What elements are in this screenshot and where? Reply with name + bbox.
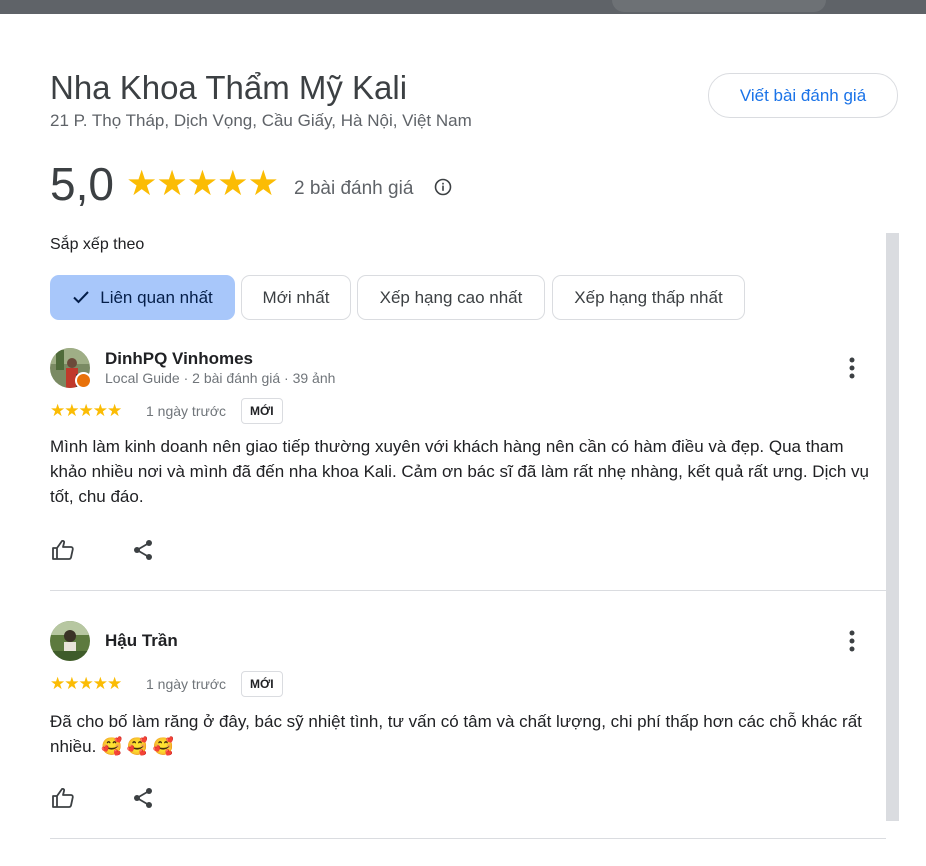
sort-chip-relevant[interactable]: Liên quan nhất [50,275,235,320]
rating-stars: ★★★★★ [126,164,279,204]
new-badge: MỚI [241,671,283,697]
share-icon[interactable] [131,538,155,562]
more-vert-icon[interactable] [845,629,859,653]
review-divider [50,590,886,591]
star-icon: ★ [92,674,108,693]
star-icon: ★ [64,674,79,693]
sort-chip-newest[interactable]: Mới nhất [241,275,351,320]
thumb-up-icon[interactable] [51,538,75,562]
sort-label: Sắp xếp theo [50,236,145,253]
review-stars: ★★★★★ [50,674,122,694]
star-icon: ★ [186,164,218,203]
sort-chip-lowest[interactable]: Xếp hạng thấp nhất [552,275,745,320]
star-icon: ★ [92,401,108,420]
star-icon: ★ [50,401,65,420]
write-review-button[interactable]: Viết bài đánh giá [708,73,898,118]
scrollbar[interactable] [886,233,899,821]
sort-chip-label: Liên quan nhất [100,288,213,307]
star-icon: ★ [78,674,94,693]
review-count: 2 bài đánh giá [294,178,414,199]
sort-chip-label: Xếp hạng cao nhất [379,288,523,307]
check-icon [73,290,89,303]
rating-value: 5,0 [50,158,114,210]
sort-chip-label: Mới nhất [262,288,330,307]
place-title: Nha Khoa Thẩm Mỹ Kali [50,69,408,106]
place-address: 21 P. Thọ Tháp, Dịch Vọng, Cầu Giấy, Hà … [50,111,472,130]
review-time: 1 ngày trước [146,403,227,419]
review-text: Mình làm kinh doanh nên giao tiếp thường… [50,437,869,506]
thumb-up-icon[interactable] [51,786,75,810]
star-icon: ★ [107,401,122,420]
reviewer-name[interactable]: Hậu Trần [105,631,178,651]
star-icon: ★ [156,164,187,203]
star-icon: ★ [126,164,157,203]
share-icon[interactable] [131,786,155,810]
avatar[interactable] [50,621,90,661]
top-bar [0,0,926,14]
local-guide-badge-icon [75,372,92,389]
reviewer-name[interactable]: DinhPQ Vinhomes [105,349,253,369]
top-bar-handle [612,0,826,12]
reviewer-meta: Local Guide · 2 bài đánh giá · 39 ảnh [105,370,336,386]
sort-chip-highest[interactable]: Xếp hạng cao nhất [357,275,545,320]
star-icon: ★ [247,164,279,203]
star-icon: ★ [107,674,122,693]
star-icon: ★ [64,401,79,420]
new-badge: MỚI [241,398,283,424]
review-text: Đã cho bố làm răng ở đây, bác sỹ nhiệt t… [50,712,862,756]
star-icon: ★ [50,674,65,693]
sort-chip-label: Xếp hạng thấp nhất [574,288,723,307]
review-divider [50,838,886,839]
review-time: 1 ngày trước [146,676,227,692]
star-icon: ★ [78,401,94,420]
more-vert-icon[interactable] [845,356,859,380]
info-icon[interactable] [434,178,452,196]
star-icon: ★ [217,164,248,203]
review-stars: ★★★★★ [50,401,122,421]
